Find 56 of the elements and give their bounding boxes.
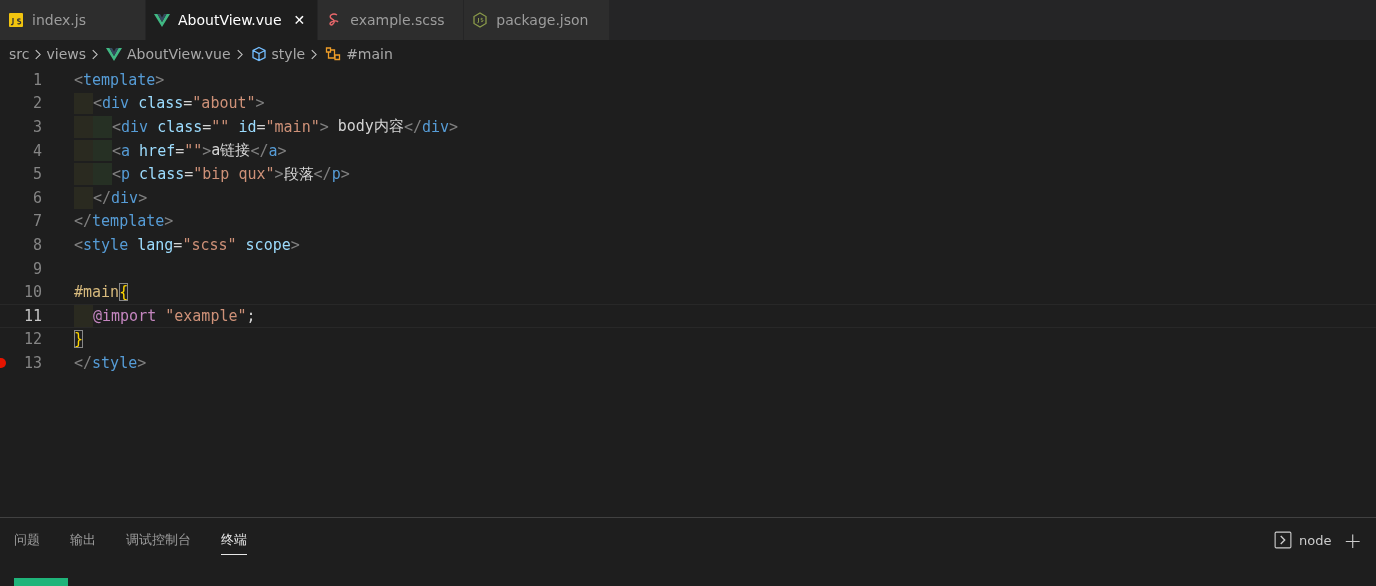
line-number: 1 [32,70,42,89]
tab-label: index.js [32,12,86,28]
code-line: } [74,329,84,351]
code-line: <template> [74,69,165,91]
tab-label: package.json [496,12,589,28]
chevron-icon [235,48,243,60]
panel-tab[interactable]: 问题 [14,525,40,555]
cube-icon [250,46,267,62]
editor-tab[interactable]: package.json [464,0,611,40]
tab-label: example.scss [350,12,445,28]
line-number: 6 [32,188,42,207]
code-line: <style lang="scss" scope> [74,234,300,256]
terminal-name[interactable]: node [1299,532,1332,548]
symbol-icon [325,46,342,62]
line-number: 9 [32,259,42,278]
editor-tab[interactable]: index.js [0,0,146,40]
line-number: 13 [23,353,42,372]
editor-tab[interactable]: AboutView.vue ✕ [146,0,319,40]
line-number: 12 [23,330,42,349]
code-line: <p class="bip qux">段落</p> [112,163,350,185]
code-line: @import "example"; [93,305,256,327]
breadcrumb-item[interactable]: #main [346,46,393,62]
terminal-icon [1274,531,1293,549]
line-number: 2 [32,94,42,113]
code-line: <div class="" id="main"> body内容</div> [112,116,459,138]
chevron-icon [34,48,42,60]
breadcrumb-item[interactable]: AboutView.vue [127,46,231,62]
breadcrumb-item[interactable]: src [9,46,30,62]
line-number: 11 [23,306,42,325]
line-number: 4 [32,141,42,160]
line-number: 8 [32,235,42,254]
code-line: </div> [93,187,148,209]
panel-tab[interactable]: 终端 [221,525,247,555]
code-line: </style> [74,352,147,374]
panel-tab[interactable]: 调试控制台 [126,525,191,555]
chevron-icon [91,48,98,60]
breadcrumb-item[interactable]: views [46,46,86,62]
editor-tab[interactable]: example.scss [318,0,465,40]
code-line: <div class="about"> [93,93,265,115]
chevron-icon [310,48,318,60]
line-number: 5 [32,165,42,184]
code-line: <a href="">a链接</a> [112,140,287,162]
line-number: 3 [32,118,42,136]
line-number: 7 [32,212,42,231]
code-line: #main{ [74,282,129,303]
vue-file-icon [106,46,122,62]
vue-file-icon [154,12,170,28]
panel-tab[interactable]: 输出 [70,525,96,555]
tab-label: AboutView.vue [178,12,282,28]
add-terminal-button[interactable]: + [1343,527,1362,553]
line-number: 10 [23,283,42,302]
hexagon-file-icon [472,12,489,28]
close-icon[interactable]: ✕ [293,12,306,28]
js-file-icon [8,12,24,28]
code-line: </template> [74,211,174,233]
breadcrumb-item[interactable]: style [271,46,306,62]
